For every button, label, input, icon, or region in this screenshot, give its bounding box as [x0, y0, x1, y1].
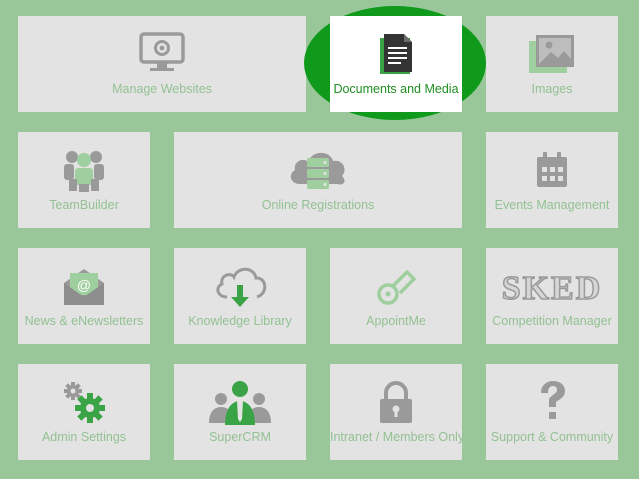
tile-knowledge-library[interactable]: Knowledge Library — [174, 248, 306, 344]
tile-support-community[interactable]: Support & Community — [486, 364, 618, 460]
tile-label: Documents and Media — [333, 82, 459, 96]
document-icon — [330, 24, 462, 84]
image-icon — [486, 24, 618, 84]
tile-label: Support & Community — [490, 430, 614, 444]
sked-logo: SKED — [486, 256, 618, 316]
tile-label: Intranet / Members Only — [330, 430, 465, 444]
tile-label: Images — [531, 82, 573, 96]
question-icon — [486, 372, 618, 432]
tile-label: News & eNewsletters — [24, 314, 144, 328]
email-icon: @ — [18, 256, 150, 316]
svg-text:@: @ — [77, 277, 91, 293]
tile-admin-settings[interactable]: Admin Settings — [18, 364, 150, 460]
tile-competition-manager[interactable]: SKED Competition Manager — [486, 248, 618, 344]
cloud-server-icon — [174, 140, 462, 200]
tile-news-enewsletters[interactable]: @ News & eNewsletters — [18, 248, 150, 344]
tile-label: AppointMe — [366, 314, 426, 328]
svg-text:SKED: SKED — [502, 270, 603, 306]
tile-documents-and-media[interactable]: Documents and Media — [330, 16, 462, 112]
tile-teambuilder[interactable]: TeamBuilder — [18, 132, 150, 228]
tile-label: TeamBuilder — [49, 198, 119, 212]
tile-label: Events Management — [494, 198, 610, 212]
tile-supercrm[interactable]: SuperCRM — [174, 364, 306, 460]
tile-events-management[interactable]: Events Management — [486, 132, 618, 228]
calendar-icon — [486, 140, 618, 200]
tile-images[interactable]: Images — [486, 16, 618, 112]
tile-label: Competition Manager — [492, 314, 612, 328]
cloud-download-icon — [174, 256, 306, 316]
tile-online-registrations[interactable]: Online Registrations — [174, 132, 462, 228]
people-icon — [174, 372, 306, 432]
team-icon — [18, 140, 150, 200]
tile-label: SuperCRM — [209, 430, 271, 444]
tile-label: Manage Websites — [112, 82, 212, 96]
lock-icon — [330, 372, 462, 432]
tile-intranet-members-only[interactable]: Intranet / Members Only — [330, 364, 465, 460]
tile-label: Knowledge Library — [188, 314, 292, 328]
tile-label: Online Registrations — [261, 198, 375, 212]
monitor-icon — [18, 24, 306, 84]
gears-icon — [18, 372, 150, 432]
whistle-icon — [330, 256, 462, 316]
tile-manage-websites[interactable]: Manage Websites — [18, 16, 306, 112]
tile-appointme[interactable]: AppointMe — [330, 248, 462, 344]
tile-label: Admin Settings — [41, 430, 127, 444]
